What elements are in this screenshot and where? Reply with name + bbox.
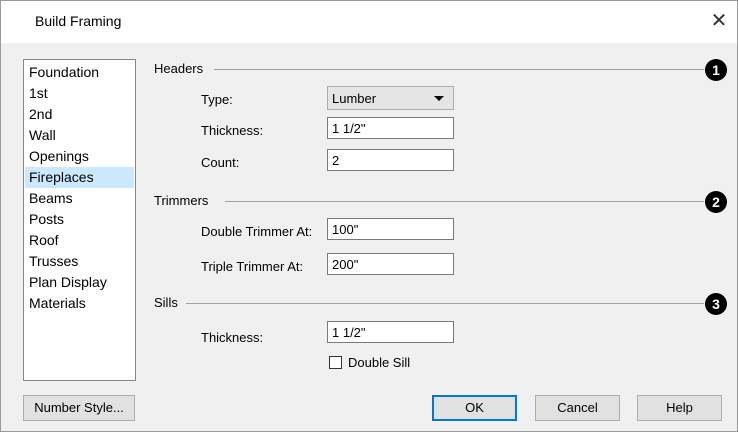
list-item-materials[interactable]: Materials	[25, 293, 134, 314]
triple-trimmer-field[interactable]: 200"	[327, 253, 454, 275]
list-item-2nd[interactable]: 2nd	[25, 104, 134, 125]
build-framing-dialog: Build Framing ✕ Foundation 1st 2nd Wall …	[0, 0, 738, 432]
header-type-value: Lumber	[332, 91, 377, 106]
sills-section-label: Sills	[154, 295, 178, 310]
headers-divider	[214, 69, 704, 70]
help-button[interactable]: Help	[637, 395, 722, 421]
number-style-button[interactable]: Number Style...	[23, 395, 135, 421]
dialog-title: Build Framing	[35, 13, 122, 29]
double-sill-checkbox[interactable]	[329, 356, 342, 369]
sills-divider	[186, 303, 704, 304]
header-count-field[interactable]: 2	[327, 149, 454, 171]
double-sill-label[interactable]: Double Sill	[348, 355, 410, 370]
cancel-button[interactable]: Cancel	[535, 395, 620, 421]
list-item-openings[interactable]: Openings	[25, 146, 134, 167]
header-count-label: Count:	[201, 155, 240, 170]
list-item-roof[interactable]: Roof	[25, 230, 134, 251]
sill-thickness-label: Thickness:	[201, 330, 264, 345]
close-icon[interactable]: ✕	[709, 11, 729, 31]
chevron-down-icon	[434, 96, 444, 101]
list-item-beams[interactable]: Beams	[25, 188, 134, 209]
trimmers-callout-badge: 2	[705, 191, 727, 213]
header-thickness-label: Thickness:	[201, 123, 264, 138]
header-type-label: Type:	[201, 92, 233, 107]
double-trimmer-label: Double Trimmer At:	[201, 224, 313, 239]
header-thickness-field[interactable]: 1 1/2"	[327, 117, 454, 139]
header-type-select[interactable]: Lumber	[327, 86, 454, 110]
list-item-posts[interactable]: Posts	[25, 209, 134, 230]
sills-callout-badge: 3	[705, 293, 727, 315]
category-list[interactable]: Foundation 1st 2nd Wall Openings Firepla…	[23, 59, 136, 381]
triple-trimmer-label: Triple Trimmer At:	[201, 259, 304, 274]
trimmers-divider	[225, 201, 704, 202]
title-bar: Build Framing ✕	[1, 1, 737, 43]
sill-thickness-field[interactable]: 1 1/2"	[327, 321, 454, 343]
ok-button[interactable]: OK	[432, 395, 517, 421]
list-item-plan-display[interactable]: Plan Display	[25, 272, 134, 293]
list-item-trusses[interactable]: Trusses	[25, 251, 134, 272]
list-item-1st[interactable]: 1st	[25, 83, 134, 104]
headers-callout-badge: 1	[705, 59, 727, 81]
headers-section-label: Headers	[154, 61, 204, 76]
trimmers-section-label: Trimmers	[154, 193, 209, 208]
list-item-wall[interactable]: Wall	[25, 125, 134, 146]
list-item-foundation[interactable]: Foundation	[25, 62, 134, 83]
list-item-fireplaces[interactable]: Fireplaces	[25, 167, 134, 188]
double-trimmer-field[interactable]: 100"	[327, 218, 454, 240]
